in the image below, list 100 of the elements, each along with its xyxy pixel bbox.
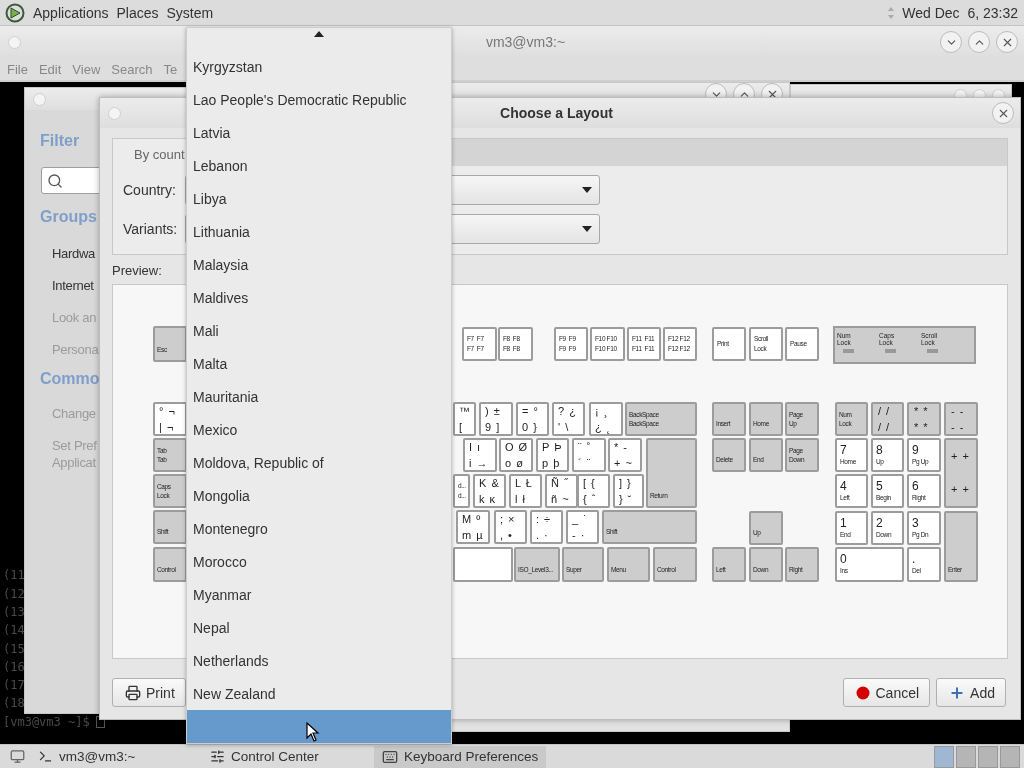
key-digit: 1 bbox=[840, 516, 848, 530]
minimize-button[interactable] bbox=[940, 31, 962, 53]
panel-menu[interactable]: Places bbox=[116, 4, 159, 21]
keyboard-key: M º m µ bbox=[456, 510, 490, 544]
keyboard-key: ¡ ¸ ¿ ˛ bbox=[589, 402, 623, 436]
mouse-pointer-icon bbox=[306, 722, 320, 742]
terminal-prompt: [vm3@vm3 ~]$ bbox=[3, 713, 90, 731]
keyboard-key: - - - - bbox=[944, 402, 978, 436]
cancel-button[interactable]: Cancel bbox=[843, 678, 931, 707]
keyboard-key: O Ø o ø bbox=[499, 438, 533, 472]
keyboard-key: : ÷ . · bbox=[530, 510, 563, 544]
keyboard-icon bbox=[382, 748, 398, 765]
terminal-line: (11 bbox=[3, 567, 25, 585]
taskbar-item[interactable]: vm3@vm3:~ bbox=[30, 745, 202, 768]
close-button[interactable] bbox=[996, 31, 1018, 53]
caret-icon bbox=[582, 226, 592, 232]
keyboard-key: ? ¿ ' \ bbox=[552, 402, 585, 436]
list-item[interactable]: New Zealand bbox=[187, 677, 451, 710]
list-item[interactable]: Morocco bbox=[187, 545, 451, 578]
window-circle-icon bbox=[108, 106, 121, 120]
keyboard-key: _ ˙ - · bbox=[566, 510, 599, 544]
section-heading: Groups bbox=[40, 208, 97, 227]
keyboard-key: ] } } ˘ bbox=[613, 474, 644, 508]
terminal-line: (14 bbox=[3, 622, 25, 640]
taskbar-item[interactable]: Keyboard Preferences bbox=[374, 745, 546, 768]
keyboard-key: [ { { ˆ bbox=[577, 474, 610, 508]
keyboard-key: K & k ĸ bbox=[473, 474, 506, 508]
logo-icon bbox=[5, 2, 25, 23]
keyboard-key: P Þ p þ bbox=[536, 438, 569, 472]
list-item[interactable]: Libya bbox=[187, 182, 451, 215]
key-digit: 4 bbox=[840, 479, 848, 493]
terminal-line: (13 bbox=[3, 603, 25, 621]
list-item[interactable]: Lithuania bbox=[187, 215, 451, 248]
key-digit: 8 bbox=[876, 443, 884, 457]
list-item[interactable]: Moldova, Republic of bbox=[187, 446, 451, 479]
keyboard-key: ° ¬ | ¬ bbox=[153, 402, 187, 436]
keyboard-key: L Ł l ł bbox=[509, 474, 542, 508]
key-digit: 5 bbox=[876, 479, 884, 493]
search-field[interactable] bbox=[41, 167, 101, 194]
keyboard-key: Ñ ˝ ñ ~ bbox=[545, 474, 578, 508]
key-digit: 0 bbox=[840, 553, 848, 566]
sliders-icon bbox=[210, 749, 225, 764]
group-item[interactable]: Internet bbox=[52, 270, 94, 302]
terminal-line: (15 bbox=[3, 640, 25, 658]
keyboard-key: ™ [ bbox=[453, 402, 476, 436]
search-icon bbox=[47, 172, 63, 189]
section-heading: Commo bbox=[40, 370, 100, 389]
list-item[interactable]: Malaysia bbox=[187, 248, 451, 281]
monitor-icon bbox=[9, 749, 25, 764]
group-item[interactable]: Hardwa bbox=[52, 238, 95, 270]
field-label: Variants: bbox=[123, 221, 179, 237]
terminal-line: (17 bbox=[3, 677, 25, 695]
list-item[interactable]: Malta bbox=[187, 347, 451, 380]
window-circle-icon bbox=[8, 35, 21, 49]
keyboard-key: / / / / bbox=[871, 402, 904, 436]
keyboard-key bbox=[453, 547, 513, 582]
workspace-switcher[interactable] bbox=[934, 745, 1020, 768]
printer-icon bbox=[125, 684, 141, 701]
close-button[interactable] bbox=[992, 102, 1014, 124]
list-item[interactable]: Lao People's Democratic Republic bbox=[187, 83, 451, 116]
panel-menu[interactable]: System bbox=[166, 4, 214, 21]
list-item[interactable]: Mali bbox=[187, 314, 451, 347]
keyboard-key: * - + ~ bbox=[608, 438, 642, 472]
keyboard-key: ) ± 9 ] bbox=[479, 402, 513, 436]
list-item[interactable]: Kyrgyzstan bbox=[187, 50, 451, 83]
panel-menu[interactable]: Applications bbox=[33, 4, 109, 21]
preview-label: Preview: bbox=[112, 263, 162, 278]
keyboard-key: + + + + bbox=[944, 438, 978, 508]
keyboard-key: * * * * bbox=[907, 402, 941, 436]
caret-icon bbox=[582, 187, 592, 193]
list-item[interactable]: Myanmar bbox=[187, 578, 451, 611]
list-item[interactable]: Mongolia bbox=[187, 479, 451, 512]
dialog-title: Choose a Layout bbox=[499, 105, 614, 121]
terminal-icon bbox=[38, 749, 53, 764]
window-title: vm3@vm3:~ bbox=[484, 34, 567, 50]
key-digit: . bbox=[912, 553, 916, 566]
add-button[interactable]: Add bbox=[936, 678, 1006, 707]
terminal-line: (18 bbox=[3, 695, 25, 713]
maximize-button[interactable] bbox=[968, 31, 990, 53]
terminal-line: (16 bbox=[3, 658, 25, 676]
window-circle-icon bbox=[33, 92, 46, 106]
key-digit: 6 bbox=[912, 479, 920, 493]
key-digit: 2 bbox=[876, 516, 884, 530]
scroll-up-arrow-icon bbox=[314, 31, 324, 37]
terminal-line: (12 bbox=[3, 585, 25, 603]
keyboard-key: ¨ ˚ ´ ¨ bbox=[572, 438, 606, 472]
list-item[interactable]: Maldives bbox=[187, 281, 451, 314]
clock[interactable]: Wed Dec 6, 23:32 bbox=[902, 4, 1018, 21]
list-item[interactable]: Mauritania bbox=[187, 380, 451, 413]
field-label: Country: bbox=[123, 182, 177, 198]
list-item[interactable]: Mexico bbox=[187, 413, 451, 446]
keyboard-key: I ı i → bbox=[463, 438, 497, 472]
key-digit: 3 bbox=[912, 516, 920, 530]
list-item[interactable]: Montenegro bbox=[187, 512, 451, 545]
list-item[interactable]: Netherlands bbox=[187, 644, 451, 677]
taskbar-item[interactable]: Control Center bbox=[202, 745, 374, 768]
print-button[interactable]: Print bbox=[112, 678, 186, 707]
list-item[interactable]: Nepal bbox=[187, 611, 451, 644]
keyboard-key: = ° 0 } bbox=[516, 402, 549, 436]
key-digit: 9 bbox=[912, 443, 920, 457]
